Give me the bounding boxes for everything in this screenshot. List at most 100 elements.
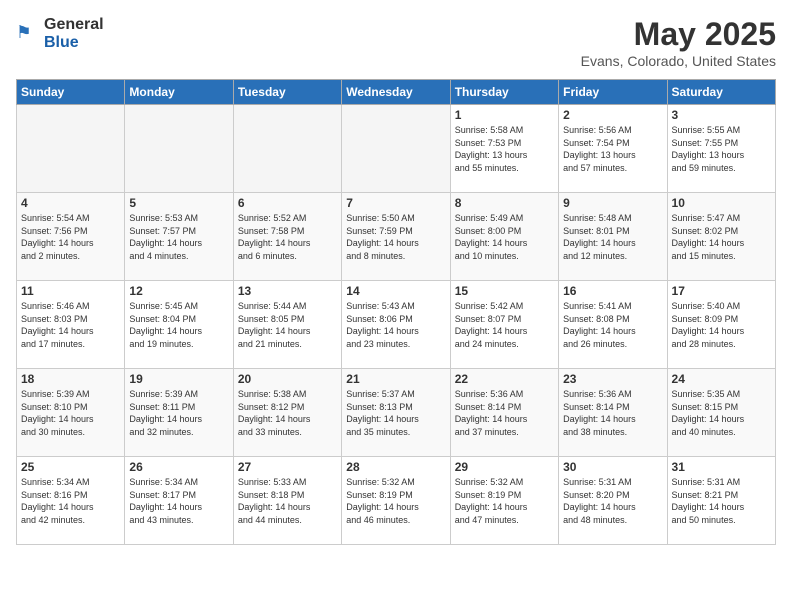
calendar-cell: 30 Sunrise: 5:31 AM Sunset: 8:20 PM Dayli… (559, 457, 667, 545)
day-number: 17 (672, 284, 771, 298)
day-info: Sunrise: 5:39 AM Sunset: 8:10 PM Dayligh… (21, 388, 120, 438)
calendar-cell (17, 105, 125, 193)
day-number: 13 (238, 284, 337, 298)
day-info: Sunrise: 5:46 AM Sunset: 8:03 PM Dayligh… (21, 300, 120, 350)
calendar-cell: 6 Sunrise: 5:52 AM Sunset: 7:58 PM Daylig… (233, 193, 341, 281)
header-monday: Monday (125, 80, 233, 105)
day-info: Sunrise: 5:56 AM Sunset: 7:54 PM Dayligh… (563, 124, 662, 174)
day-info: Sunrise: 5:52 AM Sunset: 7:58 PM Dayligh… (238, 212, 337, 262)
calendar-cell: 25 Sunrise: 5:34 AM Sunset: 8:16 PM Dayli… (17, 457, 125, 545)
day-number: 31 (672, 460, 771, 474)
day-info: Sunrise: 5:35 AM Sunset: 8:15 PM Dayligh… (672, 388, 771, 438)
calendar-cell: 10 Sunrise: 5:47 AM Sunset: 8:02 PM Dayli… (667, 193, 775, 281)
day-info: Sunrise: 5:49 AM Sunset: 8:00 PM Dayligh… (455, 212, 554, 262)
day-info: Sunrise: 5:44 AM Sunset: 8:05 PM Dayligh… (238, 300, 337, 350)
day-info: Sunrise: 5:58 AM Sunset: 7:53 PM Dayligh… (455, 124, 554, 174)
calendar-cell: 16 Sunrise: 5:41 AM Sunset: 8:08 PM Dayli… (559, 281, 667, 369)
day-info: Sunrise: 5:37 AM Sunset: 8:13 PM Dayligh… (346, 388, 445, 438)
calendar-cell: 26 Sunrise: 5:34 AM Sunset: 8:17 PM Dayli… (125, 457, 233, 545)
calendar-cell: 13 Sunrise: 5:44 AM Sunset: 8:05 PM Dayli… (233, 281, 341, 369)
calendar-header-row: SundayMondayTuesdayWednesdayThursdayFrid… (17, 80, 776, 105)
day-info: Sunrise: 5:45 AM Sunset: 8:04 PM Dayligh… (129, 300, 228, 350)
calendar-cell: 8Sunrise: 5:49 AM Sunset: 8:00 PM Daylig… (450, 193, 558, 281)
day-number: 14 (346, 284, 445, 298)
day-number: 15 (455, 284, 554, 298)
day-number: 5 (129, 196, 228, 210)
calendar-cell: 15Sunrise: 5:42 AM Sunset: 8:07 PM Dayli… (450, 281, 558, 369)
day-info: Sunrise: 5:55 AM Sunset: 7:55 PM Dayligh… (672, 124, 771, 174)
logo: ⚑ General Blue (16, 16, 104, 52)
day-info: Sunrise: 5:34 AM Sunset: 8:17 PM Dayligh… (129, 476, 228, 526)
day-info: Sunrise: 5:36 AM Sunset: 8:14 PM Dayligh… (563, 388, 662, 438)
day-number: 1 (455, 108, 554, 122)
calendar-cell: 28Sunrise: 5:32 AM Sunset: 8:19 PM Dayli… (342, 457, 450, 545)
calendar-week-5: 25 Sunrise: 5:34 AM Sunset: 8:16 PM Dayli… (17, 457, 776, 545)
day-number: 11 (21, 284, 120, 298)
header-tuesday: Tuesday (233, 80, 341, 105)
day-number: 9 (563, 196, 662, 210)
svg-text:⚑: ⚑ (16, 22, 32, 42)
day-number: 3 (672, 108, 771, 122)
calendar-cell: 18 Sunrise: 5:39 AM Sunset: 8:10 PM Dayli… (17, 369, 125, 457)
calendar-cell (125, 105, 233, 193)
page-header: ⚑ General Blue May 2025 Evans, Colorado,… (16, 16, 776, 69)
calendar-title: May 2025 (581, 16, 776, 53)
day-info: Sunrise: 5:31 AM Sunset: 8:20 PM Dayligh… (563, 476, 662, 526)
day-number: 6 (238, 196, 337, 210)
calendar-cell: 27Sunrise: 5:33 AM Sunset: 8:18 PM Dayli… (233, 457, 341, 545)
day-info: Sunrise: 5:53 AM Sunset: 7:57 PM Dayligh… (129, 212, 228, 262)
calendar-cell: 14 Sunrise: 5:43 AM Sunset: 8:06 PM Dayli… (342, 281, 450, 369)
calendar-cell (342, 105, 450, 193)
day-info: Sunrise: 5:39 AM Sunset: 8:11 PM Dayligh… (129, 388, 228, 438)
day-number: 2 (563, 108, 662, 122)
calendar-cell: 20 Sunrise: 5:38 AM Sunset: 8:12 PM Dayli… (233, 369, 341, 457)
calendar-cell: 24Sunrise: 5:35 AM Sunset: 8:15 PM Dayli… (667, 369, 775, 457)
calendar-cell: 5 Sunrise: 5:53 AM Sunset: 7:57 PM Daylig… (125, 193, 233, 281)
calendar-cell: 7Sunrise: 5:50 AM Sunset: 7:59 PM Daylig… (342, 193, 450, 281)
calendar-cell: 1 Sunrise: 5:58 AM Sunset: 7:53 PM Daylig… (450, 105, 558, 193)
calendar-cell: 17Sunrise: 5:40 AM Sunset: 8:09 PM Dayli… (667, 281, 775, 369)
day-info: Sunrise: 5:36 AM Sunset: 8:14 PM Dayligh… (455, 388, 554, 438)
calendar-cell: 11 Sunrise: 5:46 AM Sunset: 8:03 PM Dayli… (17, 281, 125, 369)
day-info: Sunrise: 5:43 AM Sunset: 8:06 PM Dayligh… (346, 300, 445, 350)
day-info: Sunrise: 5:54 AM Sunset: 7:56 PM Dayligh… (21, 212, 120, 262)
calendar-week-2: 4 Sunrise: 5:54 AM Sunset: 7:56 PM Daylig… (17, 193, 776, 281)
day-number: 26 (129, 460, 228, 474)
calendar-cell: 19 Sunrise: 5:39 AM Sunset: 8:11 PM Dayli… (125, 369, 233, 457)
header-wednesday: Wednesday (342, 80, 450, 105)
day-info: Sunrise: 5:48 AM Sunset: 8:01 PM Dayligh… (563, 212, 662, 262)
day-number: 21 (346, 372, 445, 386)
day-number: 30 (563, 460, 662, 474)
calendar-week-3: 11 Sunrise: 5:46 AM Sunset: 8:03 PM Dayli… (17, 281, 776, 369)
day-number: 19 (129, 372, 228, 386)
day-number: 10 (672, 196, 771, 210)
day-number: 4 (21, 196, 120, 210)
header-sunday: Sunday (17, 80, 125, 105)
calendar-cell: 4 Sunrise: 5:54 AM Sunset: 7:56 PM Daylig… (17, 193, 125, 281)
logo-general: General (44, 16, 104, 33)
calendar-week-1: 1 Sunrise: 5:58 AM Sunset: 7:53 PM Daylig… (17, 105, 776, 193)
header-saturday: Saturday (667, 80, 775, 105)
header-friday: Friday (559, 80, 667, 105)
day-info: Sunrise: 5:32 AM Sunset: 8:19 PM Dayligh… (455, 476, 554, 526)
logo-blue: Blue (44, 34, 79, 51)
calendar-cell: 3 Sunrise: 5:55 AM Sunset: 7:55 PM Daylig… (667, 105, 775, 193)
calendar-cell: 21 Sunrise: 5:37 AM Sunset: 8:13 PM Dayli… (342, 369, 450, 457)
day-number: 22 (455, 372, 554, 386)
day-number: 18 (21, 372, 120, 386)
day-info: Sunrise: 5:38 AM Sunset: 8:12 PM Dayligh… (238, 388, 337, 438)
header-thursday: Thursday (450, 80, 558, 105)
day-number: 20 (238, 372, 337, 386)
day-number: 16 (563, 284, 662, 298)
day-info: Sunrise: 5:47 AM Sunset: 8:02 PM Dayligh… (672, 212, 771, 262)
day-info: Sunrise: 5:41 AM Sunset: 8:08 PM Dayligh… (563, 300, 662, 350)
calendar-subtitle: Evans, Colorado, United States (581, 53, 776, 69)
day-number: 25 (21, 460, 120, 474)
calendar-cell (233, 105, 341, 193)
calendar-body: 1 Sunrise: 5:58 AM Sunset: 7:53 PM Daylig… (17, 105, 776, 545)
calendar-cell: 31Sunrise: 5:31 AM Sunset: 8:21 PM Dayli… (667, 457, 775, 545)
day-number: 28 (346, 460, 445, 474)
day-info: Sunrise: 5:34 AM Sunset: 8:16 PM Dayligh… (21, 476, 120, 526)
day-number: 29 (455, 460, 554, 474)
calendar-cell: 22 Sunrise: 5:36 AM Sunset: 8:14 PM Dayli… (450, 369, 558, 457)
